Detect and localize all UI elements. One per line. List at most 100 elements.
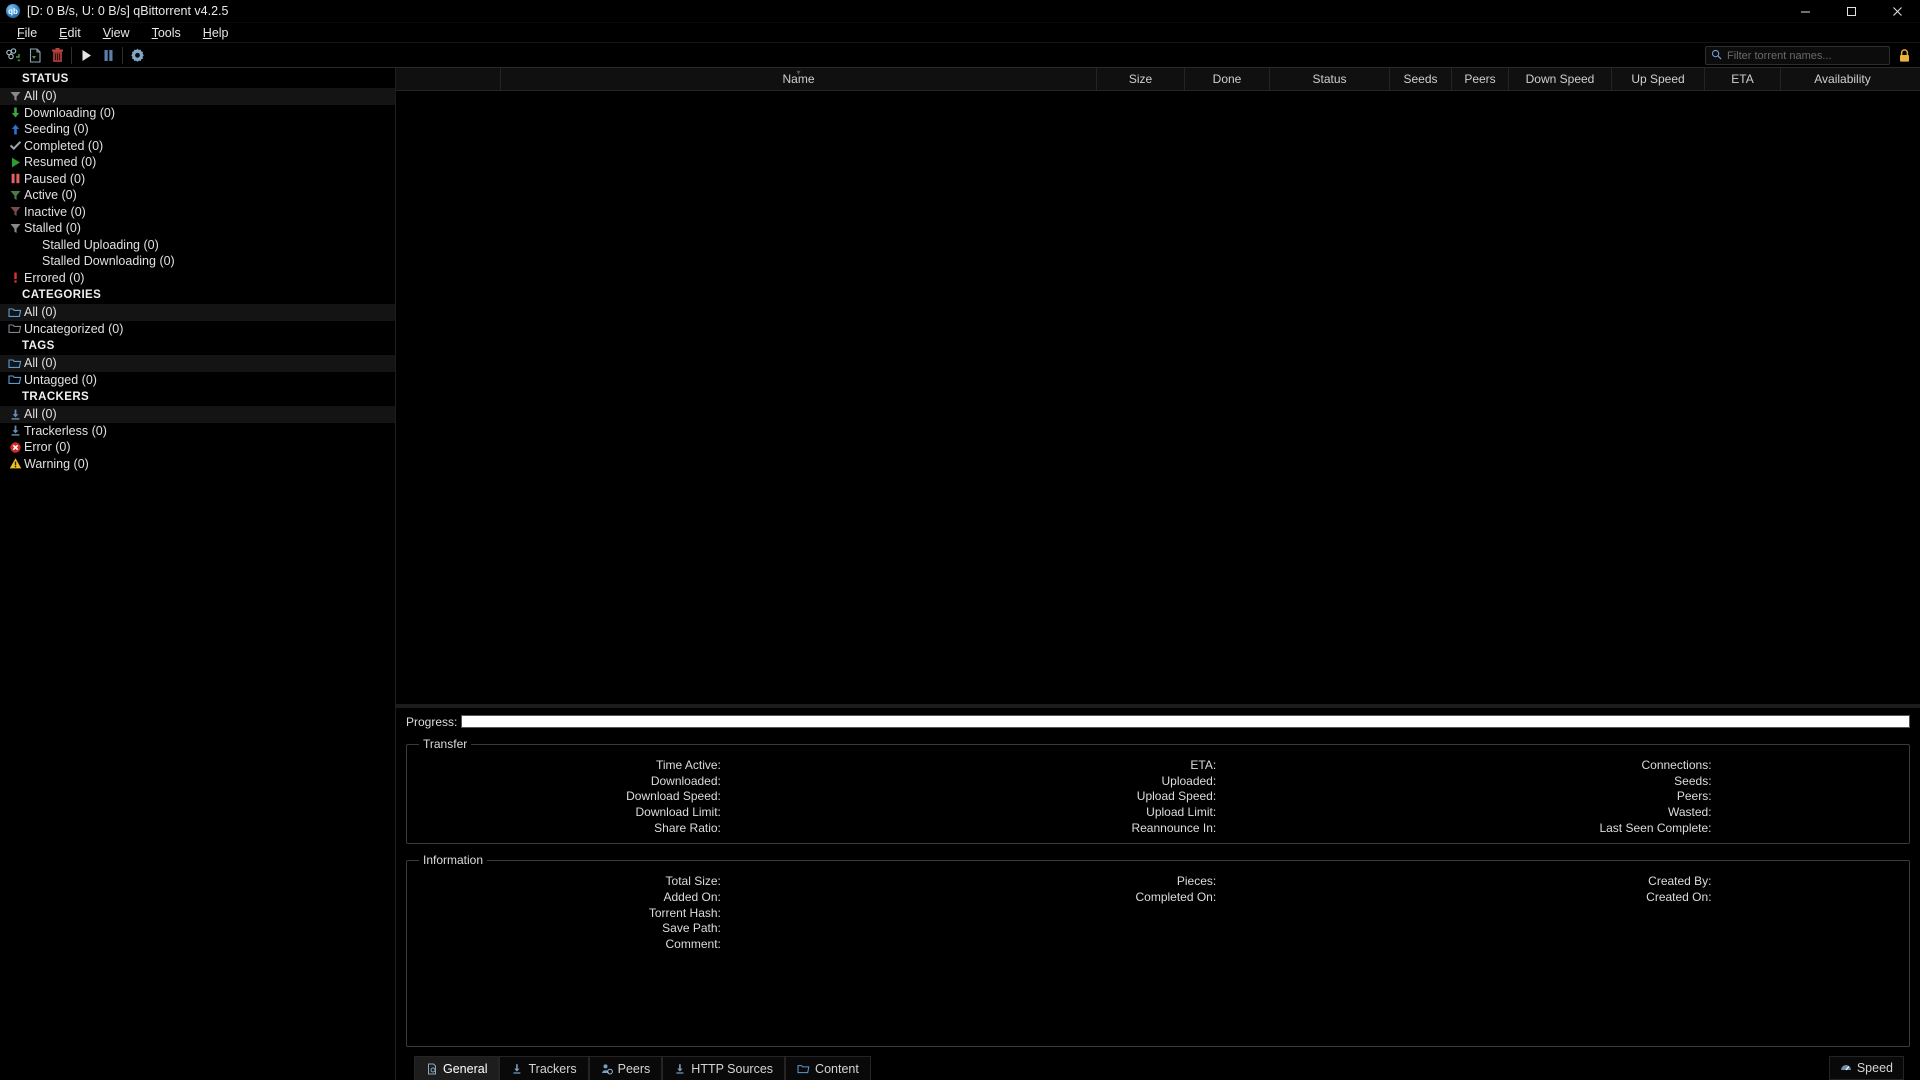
- column-label: Availability: [1814, 72, 1871, 86]
- tab-peers[interactable]: Peers: [588, 1056, 663, 1080]
- sidebar-item-all-categories[interactable]: All (0): [0, 304, 395, 321]
- sidebar-item-tracker-warning[interactable]: Warning (0): [0, 456, 395, 473]
- transfer-column-3: Connections: Seeds: Peers: Wasted: Last …: [1406, 757, 1901, 835]
- column-header-blank[interactable]: [396, 68, 501, 90]
- sidebar-item-resumed[interactable]: Resumed (0): [0, 154, 395, 171]
- field-created-on: Created On:: [1406, 889, 1901, 905]
- column-header-peers[interactable]: Peers: [1452, 68, 1509, 90]
- column-header-status[interactable]: Status: [1270, 68, 1390, 90]
- preferences-button[interactable]: [126, 44, 148, 67]
- sidebar-item-downloading[interactable]: Downloading (0): [0, 105, 395, 122]
- maximize-button[interactable]: [1828, 0, 1874, 23]
- tab-http-sources[interactable]: HTTP Sources: [662, 1056, 786, 1080]
- sidebar-item-all-trackers[interactable]: All (0): [0, 406, 395, 423]
- add-torrent-file-button[interactable]: [24, 44, 46, 67]
- menu-help[interactable]: Help: [192, 24, 240, 42]
- app-logo-icon: qb: [6, 4, 20, 18]
- column-header-availability[interactable]: Availability: [1781, 68, 1904, 90]
- sidebar-item-completed[interactable]: Completed (0): [0, 138, 395, 155]
- information-grid: Total Size: Added On: Torrent Hash: Save…: [415, 873, 1901, 951]
- sidebar-item-stalled-downloading[interactable]: Stalled Downloading (0): [0, 253, 395, 270]
- sidebar-item-inactive[interactable]: Inactive (0): [0, 204, 395, 221]
- menu-edit[interactable]: Edit: [48, 24, 92, 42]
- field-key: ETA:: [1190, 757, 1217, 772]
- sidebar-item-all-tags[interactable]: All (0): [0, 355, 395, 372]
- tracker-icon: [511, 1063, 523, 1075]
- information-legend: Information: [423, 853, 484, 868]
- column-label: Peers: [1464, 72, 1496, 86]
- column-label: Size: [1128, 72, 1153, 86]
- folder-blue-icon: [6, 373, 24, 386]
- tab-content[interactable]: Content: [785, 1056, 871, 1080]
- menu-view[interactable]: View: [92, 24, 141, 42]
- menu-view-label: iew: [110, 25, 130, 40]
- field-key: Added On:: [663, 889, 721, 904]
- field-wasted: Wasted:: [1406, 804, 1901, 820]
- pause-button[interactable]: [97, 44, 119, 67]
- sidebar-item-trackerless[interactable]: Trackerless (0): [0, 423, 395, 440]
- column-header-down-speed[interactable]: Down Speed: [1509, 68, 1612, 90]
- sidebar-item-seeding[interactable]: Seeding (0): [0, 121, 395, 138]
- field-key: Peers:: [1676, 789, 1712, 804]
- sidebar-label: Resumed (0): [24, 155, 97, 170]
- field-key: Comment:: [665, 937, 721, 952]
- field-last-seen-complete: Last Seen Complete:: [1406, 820, 1901, 836]
- column-label: ETA: [1731, 72, 1754, 86]
- sidebar-item-errored[interactable]: Errored (0): [0, 270, 395, 287]
- column-label: Up Speed: [1631, 72, 1685, 86]
- sort-descending-icon: ▾: [796, 68, 801, 77]
- torrent-list[interactable]: [396, 91, 1920, 704]
- sidebar-item-untagged[interactable]: Untagged (0): [0, 372, 395, 389]
- tab-bar-spacer: [871, 1056, 1829, 1080]
- folder-blue-icon: [797, 1063, 810, 1075]
- tab-label: General: [443, 1061, 488, 1076]
- tab-speed[interactable]: Speed: [1828, 1056, 1904, 1080]
- filter-torrent-input[interactable]: Filter torrent names...: [1705, 46, 1890, 65]
- field-share-ratio: Share Ratio:: [415, 820, 910, 836]
- lock-icon[interactable]: [1895, 46, 1914, 65]
- sidebar-group-tags-header: TAGS: [22, 340, 55, 352]
- column-header-seeds[interactable]: Seeds: [1390, 68, 1452, 90]
- menu-file-label: ile: [24, 25, 38, 40]
- tab-trackers[interactable]: Trackers: [499, 1056, 589, 1080]
- column-header-size[interactable]: Size: [1097, 68, 1185, 90]
- information-column-2: Pieces: Completed On:: [910, 873, 1405, 951]
- resume-button[interactable]: [75, 44, 97, 67]
- main-area: STATUS All (0) Downloading (0) Seeding (…: [0, 68, 1920, 1080]
- sidebar-item-tracker-error[interactable]: Error (0): [0, 439, 395, 456]
- sidebar-label: Downloading (0): [24, 105, 116, 120]
- sidebar-label: Uncategorized (0): [24, 321, 124, 336]
- close-button[interactable]: [1874, 0, 1920, 23]
- sidebar-item-active[interactable]: Active (0): [0, 187, 395, 204]
- column-header-eta[interactable]: ETA: [1705, 68, 1781, 90]
- field-download-limit: Download Limit:: [415, 804, 910, 820]
- column-header-name[interactable]: ▾ Name: [501, 68, 1097, 90]
- sidebar-item-all-status[interactable]: All (0): [0, 88, 395, 105]
- warning-triangle-icon: [6, 457, 24, 470]
- column-header-done[interactable]: Done: [1185, 68, 1270, 90]
- play-green-icon: [6, 156, 24, 169]
- sidebar-item-stalled[interactable]: Stalled (0): [0, 220, 395, 237]
- sidebar-item-stalled-uploading[interactable]: Stalled Uploading (0): [0, 237, 395, 254]
- window-title: [D: 0 B/s, U: 0 B/s] qBittorrent v4.2.5: [27, 4, 229, 18]
- tab-general[interactable]: General: [414, 1056, 500, 1080]
- menu-file[interactable]: File: [6, 24, 48, 42]
- sidebar-item-uncategorized[interactable]: Uncategorized (0): [0, 321, 395, 338]
- column-label: Status: [1312, 72, 1347, 86]
- sidebar-label: All (0): [24, 407, 57, 422]
- tracker-icon: [6, 424, 24, 437]
- add-torrent-link-button[interactable]: [2, 44, 24, 67]
- sidebar-item-paused[interactable]: Paused (0): [0, 171, 395, 188]
- menu-tools[interactable]: Tools: [141, 24, 192, 42]
- general-icon: [426, 1063, 438, 1075]
- minimize-button[interactable]: [1782, 0, 1828, 23]
- column-header-up-speed[interactable]: Up Speed: [1612, 68, 1705, 90]
- field-uploaded: Uploaded:: [910, 773, 1405, 789]
- sidebar-label: Warning (0): [24, 456, 89, 471]
- field-time-active: Time Active:: [415, 757, 910, 773]
- delete-button[interactable]: [46, 44, 68, 67]
- tab-label: HTTP Sources: [691, 1061, 774, 1076]
- field-upload-speed: Upload Speed:: [910, 788, 1405, 804]
- sidebar-label: Seeding (0): [24, 122, 89, 137]
- tab-label: Peers: [617, 1061, 651, 1076]
